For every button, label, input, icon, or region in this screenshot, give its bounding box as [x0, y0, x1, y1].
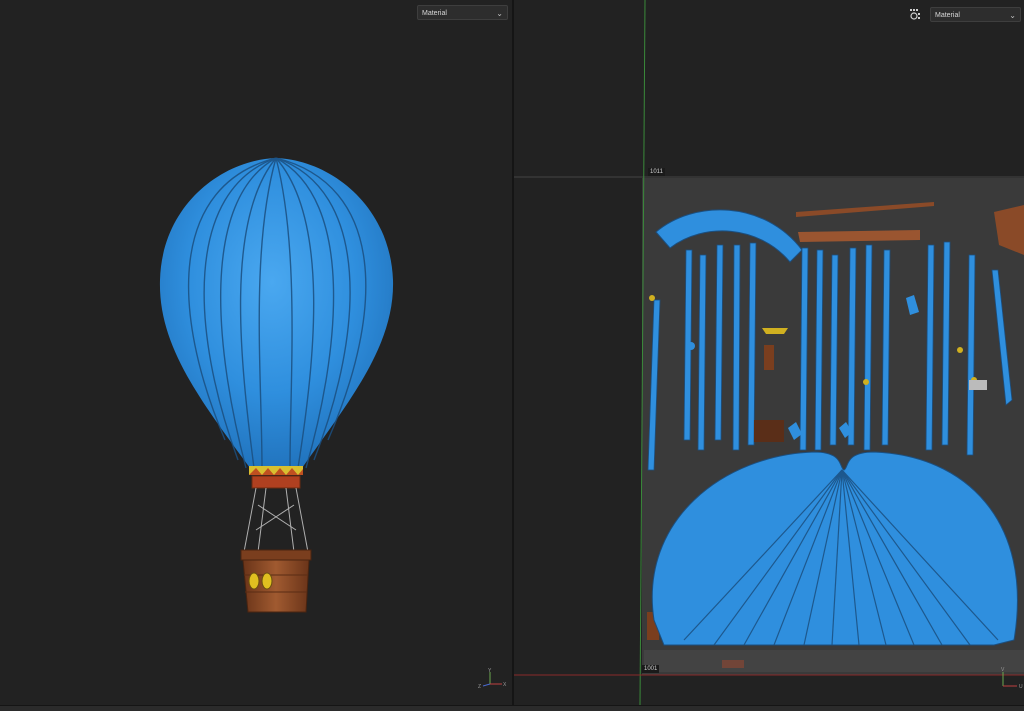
uv-layout-render	[514, 0, 1024, 705]
udim-tile-label-top: 1011	[648, 168, 665, 176]
grid-settings-icon[interactable]	[910, 9, 921, 20]
udim-tile-label-bottom: 1001	[642, 665, 660, 673]
balloon-envelope	[159, 158, 394, 468]
axis-gizmo: Y Z X	[478, 668, 508, 690]
display-mode-dropdown-uv[interactable]: Material ⌄	[930, 7, 1021, 22]
chevron-down-icon: ⌄	[496, 9, 503, 18]
app-window: Material ⌄ Y Z X 1011 1001 Material ⌄ V …	[0, 0, 1024, 711]
display-mode-dropdown[interactable]: Material ⌄	[417, 5, 508, 20]
axis-z-label: Z	[478, 684, 481, 690]
axis-y-label: Y	[488, 668, 492, 674]
viewport-uv[interactable]: 1011 1001 Material ⌄ V U	[514, 0, 1024, 705]
display-mode-label-uv: Material	[935, 12, 960, 19]
display-mode-label: Material	[422, 10, 447, 17]
axis-u-label: U	[1019, 684, 1023, 690]
axis-x-label: X	[503, 682, 507, 688]
uv-axis-gizmo: V U	[998, 666, 1024, 692]
axis-v-label: V	[1001, 667, 1005, 673]
viewport-3d[interactable]: Material ⌄ Y Z X	[0, 0, 512, 705]
balloon-3d-render	[159, 157, 394, 613]
chevron-down-icon: ⌄	[1009, 11, 1016, 20]
status-strip	[0, 705, 1024, 711]
